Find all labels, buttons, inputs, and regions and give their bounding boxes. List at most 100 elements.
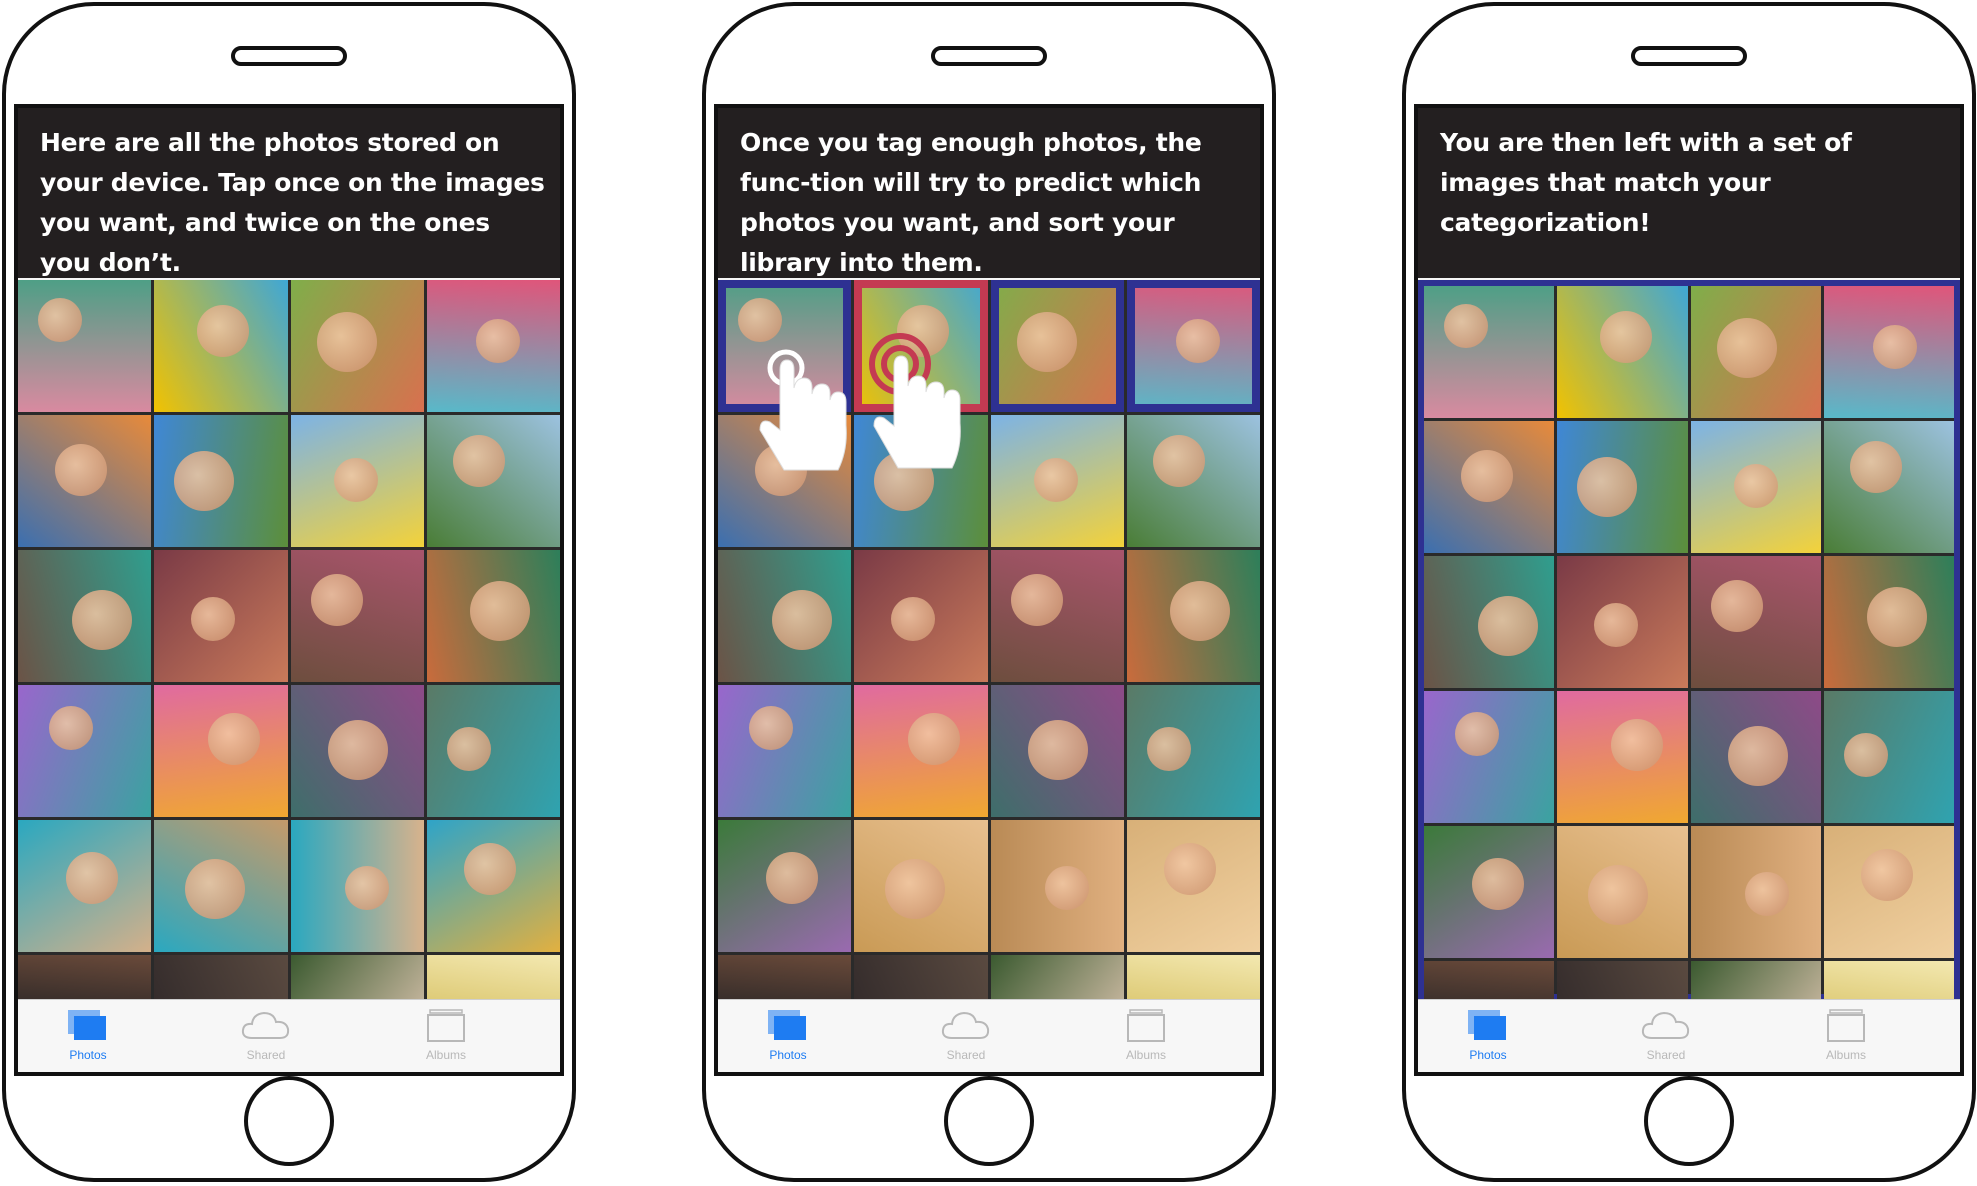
photo-thumbnail[interactable]: [290, 415, 424, 547]
photo-subject: [1478, 596, 1538, 656]
speaker-slot: [1631, 46, 1747, 66]
photo-thumbnail[interactable]: [18, 685, 152, 817]
tap-twice-hand-icon: [869, 333, 961, 469]
tab-albums[interactable]: Albums: [1796, 1008, 1896, 1062]
photo-thumbnail[interactable]: [1126, 685, 1260, 817]
photo-thumbnail[interactable]: [290, 550, 424, 682]
tab-shared[interactable]: Shared: [916, 1008, 1016, 1062]
photo-thumbnail[interactable]: [1557, 286, 1688, 418]
photo-thumbnail[interactable]: [1424, 286, 1555, 418]
tab-shared[interactable]: Shared: [216, 1008, 316, 1062]
photo-thumbnail[interactable]: [990, 550, 1124, 682]
photo-thumbnail[interactable]: [1823, 556, 1954, 688]
photo-thumbnail[interactable]: [1424, 421, 1555, 553]
photo-thumbnail[interactable]: [1557, 826, 1688, 958]
photo-thumbnail[interactable]: [154, 550, 288, 682]
tap-once-hand-icon: [759, 349, 847, 471]
speaker-slot: [931, 46, 1047, 66]
photo-subject: [344, 866, 389, 910]
photo-thumbnail[interactable]: [1557, 421, 1688, 553]
tab-photos[interactable]: Photos: [738, 1008, 838, 1062]
photo-thumbnail[interactable]: [1823, 826, 1954, 958]
photo-thumbnail[interactable]: [990, 280, 1124, 412]
photo-thumbnail[interactable]: [1690, 691, 1821, 823]
photo-thumbnail[interactable]: [154, 820, 288, 952]
tab-albums-label: Albums: [425, 1048, 466, 1062]
photo-thumbnail[interactable]: [426, 685, 560, 817]
photo-thumbnail[interactable]: [718, 685, 852, 817]
photo-thumbnail[interactable]: [426, 415, 560, 547]
phone-screen: Here are all the photos stored on your d…: [14, 104, 564, 1076]
photo-subject: [1027, 720, 1088, 780]
photo-thumbnail[interactable]: [1823, 691, 1954, 823]
photo-thumbnail[interactable]: [854, 820, 988, 952]
tab-shared-label: Shared: [946, 1048, 986, 1062]
tab-albums[interactable]: Albums: [396, 1008, 496, 1062]
photo-subject: [174, 451, 235, 511]
photo-subject: [908, 713, 961, 765]
photo-thumbnail[interactable]: [854, 685, 988, 817]
photo-thumbnail[interactable]: [1690, 286, 1821, 418]
instruction-banner: You are then left with a set of images t…: [1418, 108, 1960, 278]
instruction-text: You are then left with a set of images t…: [1440, 128, 1852, 237]
photo-thumbnail[interactable]: [1126, 550, 1260, 682]
photo-thumbnail[interactable]: [1557, 556, 1688, 688]
photo-thumbnail[interactable]: [990, 685, 1124, 817]
photo-subject: [1716, 318, 1777, 378]
photo-thumbnail[interactable]: [990, 415, 1124, 547]
photo-subject: [1600, 311, 1653, 363]
phone-frame-3: You are then left with a set of images t…: [1402, 2, 1976, 1182]
photo-subject: [885, 859, 946, 919]
tab-photos[interactable]: Photos: [1438, 1008, 1538, 1062]
photo-subject: [1577, 457, 1638, 517]
tab-photos[interactable]: Photos: [38, 1008, 138, 1062]
photo-thumbnail[interactable]: [1424, 826, 1555, 958]
photo-subject: [1872, 325, 1917, 369]
tab-photos-label: Photos: [69, 1048, 107, 1062]
albums-icon: [427, 1009, 465, 1042]
photo-thumbnail[interactable]: [426, 280, 560, 412]
photo-thumbnail[interactable]: [18, 415, 152, 547]
photo-subject: [766, 852, 818, 904]
photo-subject: [1594, 603, 1639, 647]
photo-thumbnail[interactable]: [290, 280, 424, 412]
photo-thumbnail[interactable]: [290, 820, 424, 952]
photo-thumbnail[interactable]: [426, 550, 560, 682]
photo-thumbnail[interactable]: [18, 820, 152, 952]
home-button[interactable]: [244, 1076, 334, 1166]
photo-thumbnail[interactable]: [718, 820, 852, 952]
photo-thumbnail[interactable]: [18, 550, 152, 682]
photo-thumbnail[interactable]: [1823, 421, 1954, 553]
photo-thumbnail[interactable]: [426, 820, 560, 952]
photo-subject: [1849, 441, 1902, 493]
photo-thumbnail[interactable]: [718, 550, 852, 682]
home-button[interactable]: [1644, 1076, 1734, 1166]
photo-thumbnail[interactable]: [1690, 556, 1821, 688]
photo-thumbnail[interactable]: [1557, 691, 1688, 823]
photo-subject: [1611, 719, 1664, 771]
photo-subject: [66, 852, 118, 904]
photo-subject: [1033, 458, 1078, 502]
photo-thumbnail[interactable]: [18, 280, 152, 412]
photo-thumbnail[interactable]: [1823, 286, 1954, 418]
photo-thumbnail[interactable]: [1424, 556, 1555, 688]
phone-screen: Once you tag enough photos, the func-tio…: [714, 104, 1264, 1076]
photo-thumbnail[interactable]: [1424, 691, 1555, 823]
photo-thumbnail[interactable]: [290, 685, 424, 817]
photo-thumbnail[interactable]: [990, 820, 1124, 952]
photo-thumbnail[interactable]: [1690, 826, 1821, 958]
photo-thumbnail[interactable]: [1126, 280, 1260, 412]
photo-thumbnail[interactable]: [1126, 415, 1260, 547]
tab-shared[interactable]: Shared: [1616, 1008, 1716, 1062]
photo-thumbnail[interactable]: [854, 550, 988, 682]
photo-thumbnail[interactable]: [154, 280, 288, 412]
tab-albums[interactable]: Albums: [1096, 1008, 1196, 1062]
photo-thumbnail[interactable]: [154, 685, 288, 817]
home-button[interactable]: [944, 1076, 1034, 1166]
tab-photos-label: Photos: [769, 1048, 807, 1062]
photo-subject: [1455, 712, 1499, 756]
photo-thumbnail[interactable]: [154, 415, 288, 547]
photo-thumbnail[interactable]: [1126, 820, 1260, 952]
photo-thumbnail[interactable]: [1690, 421, 1821, 553]
instruction-banner: Once you tag enough photos, the func-tio…: [718, 108, 1260, 278]
